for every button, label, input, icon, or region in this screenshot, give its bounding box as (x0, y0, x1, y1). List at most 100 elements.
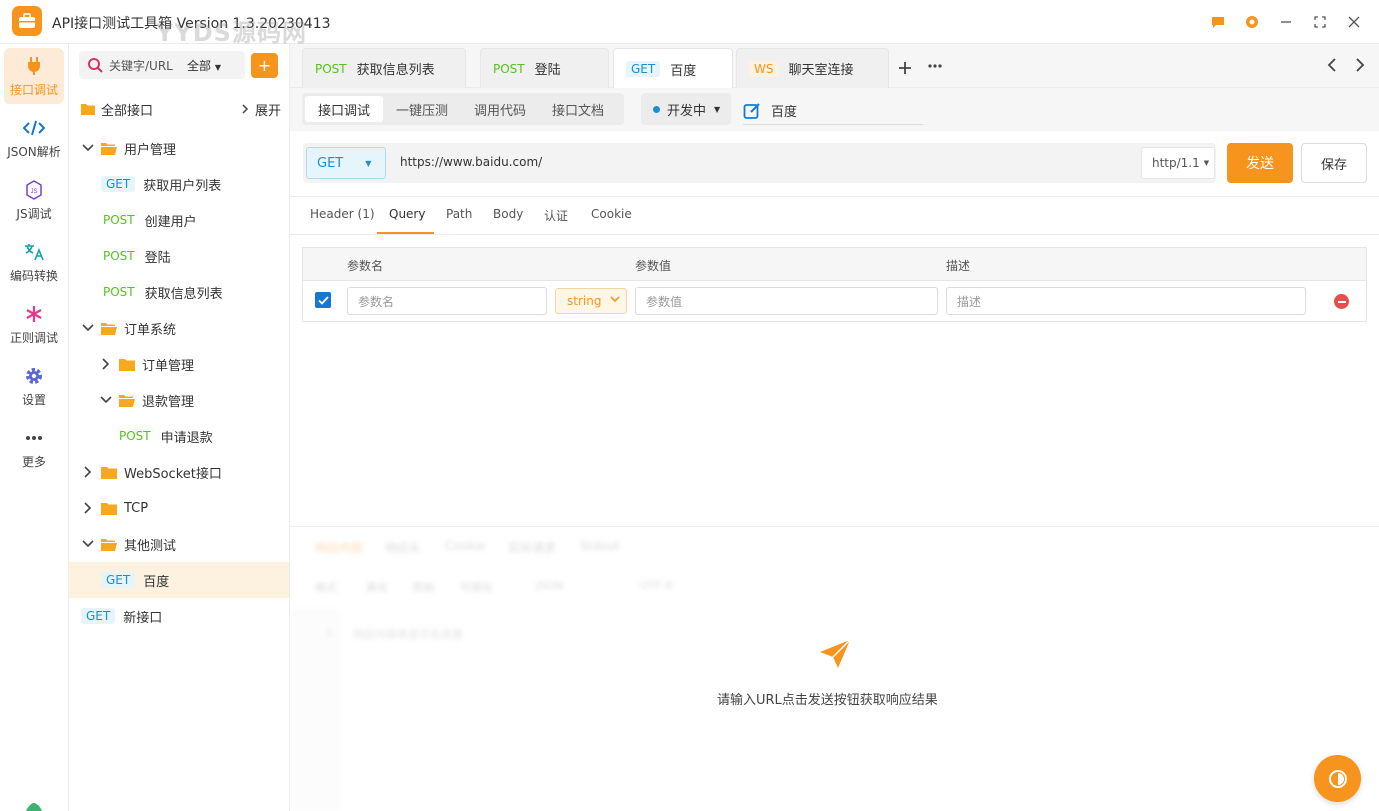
nav-item-js[interactable]: JS JS调试 (4, 172, 64, 228)
request-tabs-bar: POST 获取信息列表 POST 登陆 GET 百度 WS 聊天室连接 (290, 44, 1379, 89)
send-button[interactable]: 发送 (1227, 143, 1293, 183)
tab-path[interactable]: Path (446, 207, 472, 221)
tab-response-cookie[interactable]: Cookie (445, 539, 486, 553)
nav-label: 更多 (21, 454, 46, 469)
add-tab-button[interactable] (898, 56, 912, 80)
more-icon (928, 64, 942, 68)
save-button[interactable]: 保存 (1301, 143, 1367, 183)
main-nav: 接口调试 JSON解析 JS JS调试 编码转换 正则调试 设置 更多 (0, 44, 69, 811)
tree-item-label: 申请退款 (160, 430, 213, 446)
js-icon: JS (23, 179, 45, 201)
nav-item-more[interactable]: 更多 (4, 420, 64, 476)
mode-tabs: 接口调试 一键压测 调用代码 接口文档 (302, 93, 624, 125)
minimize-icon[interactable] (1275, 11, 1297, 33)
tree-folder[interactable]: WebSocket接口 (69, 454, 289, 490)
tree-api-item[interactable]: POST 获取信息列表 (69, 274, 289, 310)
encoding-select[interactable]: UTF-8 (640, 579, 672, 592)
line-gutter: 1 (290, 609, 340, 811)
tab-load-test[interactable]: 一键压测 (383, 96, 461, 122)
method-select[interactable]: GET ▼ (306, 147, 386, 179)
param-type-select[interactable]: string (555, 288, 627, 314)
tree-folder[interactable]: 退款管理 (69, 382, 289, 418)
request-tab-active[interactable]: GET 百度 (613, 48, 733, 89)
tree-api-item[interactable]: GET 百度 (69, 562, 289, 598)
tab-auth[interactable]: 认证 (544, 207, 568, 224)
tree-api-item[interactable]: GET 获取用户列表 (69, 166, 289, 202)
request-tab[interactable]: POST 获取信息列表 (302, 48, 466, 88)
tab-query[interactable]: Query (389, 207, 425, 221)
tree-api-item[interactable]: POST 申请退款 (69, 418, 289, 454)
watermark: YYDS源码网 (156, 19, 307, 47)
search-box[interactable]: 关键字/URL 全部 ▼ (79, 51, 245, 79)
tree-item-label: 百度 (143, 574, 170, 590)
chevron-right-icon[interactable] (81, 465, 95, 479)
close-icon[interactable] (1343, 11, 1365, 33)
maximize-icon[interactable] (1309, 11, 1331, 33)
tree-api-item[interactable]: GET 新接口 (69, 598, 289, 634)
chat-icon[interactable] (1207, 11, 1229, 33)
tab-more-button[interactable] (928, 53, 942, 72)
request-name-field[interactable]: 百度 (743, 97, 923, 125)
env-select[interactable]: 开发中 ▼ (641, 93, 731, 125)
expand-all-button[interactable]: 展开 (241, 100, 281, 119)
nav-item-json[interactable]: JSON解析 (4, 110, 64, 166)
tree-folder[interactable]: 订单系统 (69, 310, 289, 346)
tab-debug[interactable]: 接口调试 (305, 96, 384, 122)
nav-item-regex[interactable]: 正则调试 (4, 296, 64, 352)
tree-item-label: 退款管理 (142, 394, 195, 410)
chevron-down-icon[interactable] (99, 393, 113, 407)
tree-api-item[interactable]: POST 创建用户 (69, 202, 289, 238)
chevron-right-icon[interactable] (81, 501, 95, 515)
tab-response-body[interactable]: 响应内容 (315, 539, 363, 556)
request-tab[interactable]: POST 登陆 (480, 48, 609, 88)
view-pretty[interactable]: 美化 (366, 579, 388, 595)
tab-actual-request[interactable]: 实际请求 (508, 539, 556, 556)
support-icon[interactable] (1241, 11, 1263, 33)
tab-header[interactable]: Header (1) (310, 207, 375, 221)
search-input[interactable]: 关键字/URL (109, 57, 187, 74)
all-apis-row[interactable]: 全部接口 展开 (81, 98, 281, 120)
tab-body[interactable]: Body (493, 207, 523, 221)
chevron-down-icon[interactable] (81, 141, 95, 155)
url-input[interactable]: https://www.baidu.com/ (400, 155, 542, 169)
tree-folder[interactable]: TCP (69, 490, 289, 526)
protocol-select[interactable]: http/1.1 ▼ (1141, 147, 1215, 179)
empty-state-message: 请输入URL点击发送按钮获取响应结果 (717, 693, 938, 708)
request-tab[interactable]: WS 聊天室连接 (736, 48, 889, 88)
remove-row-button[interactable] (1334, 294, 1349, 309)
param-desc-input[interactable]: 描述 (946, 287, 1306, 315)
add-api-button[interactable]: + (251, 53, 278, 78)
chevron-right-icon[interactable] (99, 357, 113, 371)
param-value-input[interactable]: 参数值 (635, 287, 938, 315)
tab-stdout[interactable]: Stdout (580, 539, 620, 553)
tab-docs[interactable]: 接口文档 (539, 96, 617, 122)
nav-item-api-debug[interactable]: 接口调试 (4, 48, 64, 104)
nav-item-encoding[interactable]: 编码转换 (4, 234, 64, 290)
scope-select[interactable]: 全部 ▼ (187, 57, 221, 74)
tab-response-headers[interactable]: 响应头 (385, 539, 421, 556)
tree-item-label: 新接口 (123, 610, 163, 626)
tab-cookie[interactable]: Cookie (591, 207, 632, 221)
folder-open-icon (119, 394, 135, 407)
tree-folder[interactable]: 用户管理 (69, 130, 289, 166)
scroll-tabs-left-button[interactable] (1327, 57, 1337, 77)
theme-toggle-button[interactable] (1314, 755, 1361, 802)
view-visual[interactable]: 可视化 (460, 579, 493, 595)
chevron-down-icon[interactable] (81, 537, 95, 551)
view-raw[interactable]: 原始 (412, 579, 434, 595)
table-header: 参数名 参数值 描述 (303, 248, 1366, 281)
tree-api-item[interactable]: POST 登陆 (69, 238, 289, 274)
nav-item-settings[interactable]: 设置 (4, 358, 64, 414)
chevron-down-icon[interactable] (81, 321, 95, 335)
enable-checkbox[interactable] (315, 292, 331, 308)
response-panel: 响应内容 响应头 Cookie 实际请求 Stdout 格式 美化 原始 可视化… (290, 527, 1379, 811)
tree-folder[interactable]: 其他测试 (69, 526, 289, 562)
tab-code[interactable]: 调用代码 (461, 96, 539, 122)
format-select[interactable]: JSON (536, 579, 563, 592)
param-name-input[interactable]: 参数名 (347, 287, 547, 315)
scroll-tabs-right-button[interactable] (1355, 57, 1365, 77)
app-logo (12, 6, 42, 36)
tree-item-label: 用户管理 (124, 142, 177, 158)
tree-folder[interactable]: 订单管理 (69, 346, 289, 382)
status-dot (653, 105, 660, 113)
